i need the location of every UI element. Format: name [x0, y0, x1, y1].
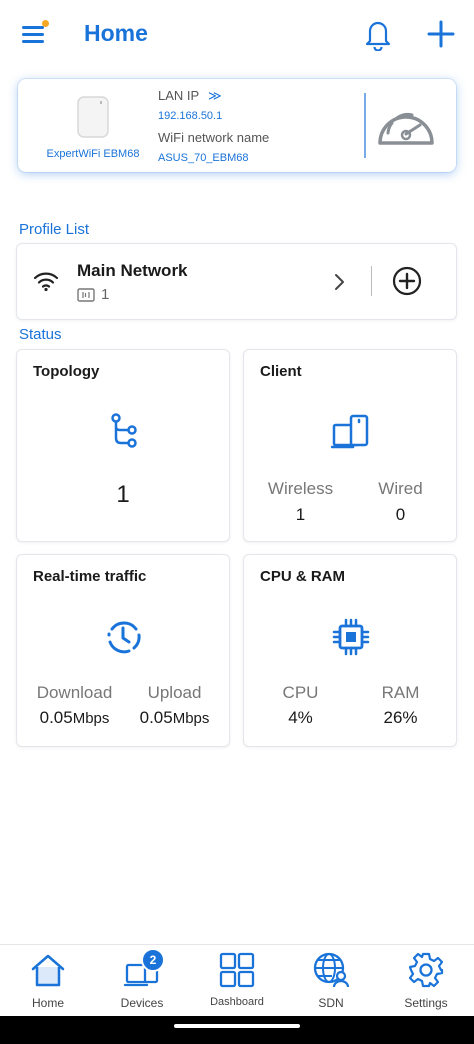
lan-ip-value: 192.168.50.1: [158, 110, 223, 122]
nav-sdn-label: SDN: [318, 996, 344, 1010]
add-circle-icon: [392, 266, 422, 296]
lan-ip-label: LAN IP: [158, 88, 200, 103]
download-value: 0.05Mbps: [21, 708, 128, 728]
app-header: Home: [0, 0, 474, 68]
profile-detail-button[interactable]: [327, 270, 351, 294]
nav-home-label: Home: [31, 996, 64, 1010]
dashboard-icon: [219, 952, 255, 988]
bottom-nav: Home 2 Devices Dashboard SDN Settings: [0, 944, 474, 1016]
notifications-button[interactable]: [362, 17, 394, 52]
cpu-ram-title: CPU & RAM: [260, 568, 345, 585]
lan-ip-arrow-icon[interactable]: ≫: [208, 88, 222, 104]
profile-name: Main Network: [77, 261, 188, 280]
devices-icon: [331, 414, 369, 449]
wireless-label: Wireless: [267, 479, 334, 498]
profile-list-label: Profile List: [19, 221, 90, 238]
clock-icon: [107, 621, 141, 654]
system-navigation-bar: [0, 1016, 474, 1044]
nav-settings-label: Settings: [404, 996, 448, 1010]
upload-value: 0.05Mbps: [121, 708, 228, 728]
settings-icon: [408, 952, 444, 988]
cpu-label: CPU: [282, 683, 319, 702]
chevron-right-icon: [335, 274, 344, 290]
device-count-icon: [77, 288, 95, 302]
add-profile-button[interactable]: [391, 265, 423, 297]
menu-button[interactable]: [18, 20, 49, 48]
nav-dashboard-label: Dashboard: [210, 996, 264, 1008]
status-label: Status: [19, 326, 62, 343]
home-indicator[interactable]: [174, 1024, 300, 1028]
router-device-image: [77, 96, 109, 138]
sdn-icon: [313, 952, 350, 988]
nav-sdn[interactable]: SDN: [284, 945, 378, 1017]
download-unit: Mbps: [72, 710, 110, 727]
topology-value: 1: [116, 481, 130, 508]
topology-title: Topology: [33, 363, 100, 380]
page-title: Home: [84, 20, 148, 46]
nav-devices-label: Devices: [120, 996, 164, 1010]
ram-value: 26%: [383, 708, 418, 727]
traffic-title: Real-time traffic: [33, 568, 147, 585]
notification-dot: [42, 20, 49, 27]
cpu-value: 4%: [288, 708, 313, 727]
nav-devices[interactable]: 2 Devices: [95, 945, 189, 1017]
chip-icon: [332, 618, 370, 656]
profile-device-count: 1: [101, 286, 110, 303]
add-button[interactable]: [424, 17, 458, 51]
devices-badge: 2: [141, 948, 165, 972]
wireless-value: 1: [295, 505, 306, 524]
upload-unit: Mbps: [172, 710, 210, 727]
home-icon: [31, 954, 65, 987]
nav-dashboard[interactable]: Dashboard: [190, 945, 284, 1017]
wired-label: Wired: [378, 479, 423, 498]
ram-label: RAM: [381, 683, 420, 702]
upload-label: Upload: [147, 683, 202, 702]
cpu-ram-card[interactable]: CPU & RAM CPU RAM 4% 26%: [243, 554, 457, 747]
wifi-name-label: WiFi network name: [158, 130, 270, 145]
card-divider: [364, 93, 366, 158]
speedtest-button[interactable]: [374, 101, 438, 151]
bell-icon: [365, 21, 391, 52]
speedometer-icon: [378, 113, 434, 145]
profile-card-main-network[interactable]: Main Network 1: [16, 243, 457, 320]
profile-divider: [371, 266, 372, 296]
router-name: ExpertWiFi EBM68: [46, 148, 140, 160]
wifi-name-value: ASUS_70_EBM68: [158, 152, 249, 164]
plus-icon: [427, 20, 455, 48]
download-label: Download: [36, 683, 113, 702]
traffic-card[interactable]: Real-time traffic Download Upload 0.05Mb…: [16, 554, 230, 747]
client-card[interactable]: Client Wireless Wired 1 0: [243, 349, 457, 542]
router-card[interactable]: ExpertWiFi EBM68 LAN IP ≫ 192.168.50.1 W…: [18, 79, 456, 172]
download-number: 0.05: [39, 708, 73, 727]
topology-icon: [111, 413, 137, 448]
wired-value: 0: [395, 505, 406, 524]
topology-card[interactable]: Topology 1: [16, 349, 230, 542]
upload-number: 0.05: [139, 708, 173, 727]
nav-settings[interactable]: Settings: [379, 945, 473, 1017]
wifi-icon: [33, 272, 59, 292]
client-title: Client: [260, 363, 302, 380]
nav-home[interactable]: Home: [1, 945, 95, 1017]
